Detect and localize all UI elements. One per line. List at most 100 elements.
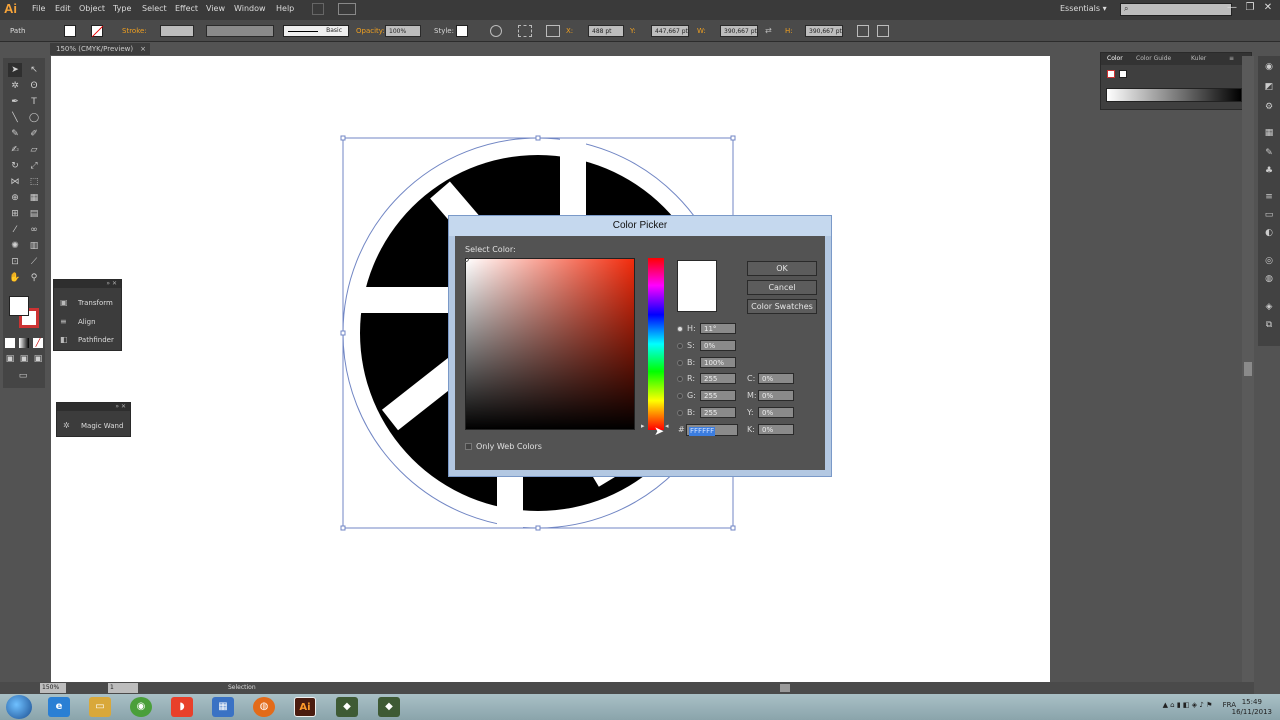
menu-object[interactable]: Object [79,4,105,13]
cyan-field[interactable]: 0% [758,373,794,384]
appearance-icon[interactable]: ◉ [1262,60,1276,74]
gradient-mode-icon[interactable] [19,338,29,348]
panel-fill-swatch[interactable] [1119,70,1127,78]
panel-stroke-swatch[interactable] [1107,70,1115,78]
red-field[interactable]: 255 [700,373,736,384]
pen-tool-icon[interactable]: ✒ [8,95,22,109]
ok-button[interactable]: OK [747,261,817,276]
variable-width-profile[interactable] [206,25,274,37]
illustrator-taskbar-icon[interactable]: Ai [294,697,316,717]
opacity-field[interactable]: 100% [385,25,421,37]
stroke-weight-field[interactable] [160,25,194,37]
blue-radio[interactable] [677,410,683,416]
tray-icons[interactable]: ▲ ⌂ ▮ ◧ ◈ ♪ ⚑ [1163,701,1213,709]
panel-header[interactable]: » ✕ [57,403,130,411]
align-panel-item[interactable]: ≡ Align [60,314,96,330]
menu-effect[interactable]: Effect [175,4,198,13]
artboard-number-field[interactable]: 1 [108,683,138,693]
color-picker-title[interactable]: Color Picker [449,216,831,236]
magenta-field[interactable]: 0% [758,390,794,401]
eraser-tool-icon[interactable]: ▱ [27,143,41,157]
paintbrush-tool-icon[interactable]: ✎ [8,127,22,141]
document-tab[interactable]: 150% (CMYK/Preview) × [50,43,150,55]
scale-tool-icon[interactable]: ⤢ [27,159,41,173]
w-field[interactable]: 390,667 pt [720,25,758,37]
system-clock[interactable]: 15:49 16/11/2013 [1232,697,1272,717]
transform-icon[interactable] [857,25,869,37]
y-field[interactable]: 447,667 pt [651,25,689,37]
search-input[interactable]: ⌕ [1120,3,1232,16]
menu-edit[interactable]: Edit [55,4,71,13]
minimize-icon[interactable]: — [1226,2,1238,14]
constrain-proportions-icon[interactable]: ⇄ [765,26,772,35]
gradient-tool-icon[interactable]: ▤ [27,207,41,221]
slider-left-arrow-icon[interactable]: ▸ [641,422,645,430]
draw-behind-icon[interactable]: ▣ [19,352,29,364]
magic-wand-tool-icon[interactable]: ✲ [8,79,22,93]
artboards-icon[interactable]: ⧉ [1262,318,1276,332]
brushes-icon[interactable]: ✎ [1262,146,1276,160]
start-button[interactable] [6,695,32,719]
saturation-radio[interactable] [677,343,683,349]
red-radio[interactable] [677,376,683,382]
vertical-scrollbar[interactable] [1242,56,1254,682]
fill-color-swatch[interactable] [9,296,29,316]
color-ramp[interactable] [1106,88,1242,102]
graphic-styles-icon[interactable]: ◩ [1262,80,1276,94]
symbol-sprayer-tool-icon[interactable]: ✺ [8,239,22,253]
panel-menu-icon[interactable]: ≡ [1229,55,1234,62]
stroke-icon[interactable]: ≡ [1262,190,1276,204]
hand-tool-icon[interactable]: ✋ [8,271,22,285]
swatches-icon[interactable]: ▦ [1262,126,1276,140]
arrange-documents-icon[interactable] [338,3,356,15]
blend-tool-icon[interactable]: ∞ [27,223,41,237]
reference-point-icon[interactable] [546,25,560,37]
hue-radio[interactable] [677,326,683,332]
graphic-style-swatch[interactable] [456,25,468,37]
firefox-icon[interactable]: ◍ [253,697,275,717]
workspace-switcher[interactable]: Essentials ▾ [1060,4,1107,13]
tab-color[interactable]: Color [1107,55,1123,62]
draw-normal-icon[interactable]: ▣ [5,352,15,364]
checkbox-box[interactable] [465,443,472,450]
slider-right-arrow-icon[interactable]: ◂ [665,422,669,430]
brush-definition[interactable]: Basic [283,25,349,37]
fill-swatch[interactable] [64,25,76,37]
info-icon[interactable]: ◍ [1262,272,1276,286]
brightness-field[interactable]: 100% [700,357,736,368]
panel-header[interactable]: » ✕ [54,280,121,288]
gradient-icon[interactable]: ▭ [1262,208,1276,222]
scroll-thumb[interactable] [1244,362,1252,376]
rotate-tool-icon[interactable]: ↻ [8,159,22,173]
width-tool-icon[interactable]: ⋈ [8,175,22,189]
shape-builder-tool-icon[interactable]: ⊕ [8,191,22,205]
h-field[interactable]: 390,667 pt [805,25,843,37]
color-mode-icon[interactable] [5,338,15,348]
menu-help[interactable]: Help [276,4,294,13]
zoom-tool-icon[interactable]: ⚲ [27,271,41,285]
opacity-label[interactable]: Opacity: [356,27,385,35]
navigator-icon[interactable]: ◎ [1262,254,1276,268]
close-icon[interactable]: ✕ [1262,2,1274,14]
none-mode-icon[interactable]: ╱ [33,338,43,348]
menu-type[interactable]: Type [113,4,131,13]
blob-brush-tool-icon[interactable]: ✍ [8,143,22,157]
hue-field[interactable]: 11° [700,323,736,334]
magic-wand-panel-item[interactable]: ✲ Magic Wand [63,418,123,434]
eyedropper-tool-icon[interactable]: ⁄ [8,223,22,237]
apps-icon[interactable]: ▦ [212,697,234,717]
tab-kuler[interactable]: Kuler [1191,55,1206,62]
ellipse-tool-icon[interactable]: ◯ [27,111,41,125]
menu-view[interactable]: View [206,4,225,13]
transform-panel-item[interactable]: ▣ Transform [60,295,113,311]
green-radio[interactable] [677,393,683,399]
media-app-icon[interactable]: ◗ [171,697,193,717]
green-field[interactable]: 255 [700,390,736,401]
internet-explorer-icon[interactable]: e [48,697,70,717]
pathfinder-panel-item[interactable]: ◧ Pathfinder [60,332,114,348]
type-tool-icon[interactable]: T [27,95,41,109]
layers-icon[interactable]: ◈ [1262,300,1276,314]
artboard-tool-icon[interactable]: ⊡ [8,255,22,269]
saturation-field[interactable]: 0% [700,340,736,351]
tab-color-guide[interactable]: Color Guide [1136,55,1171,62]
